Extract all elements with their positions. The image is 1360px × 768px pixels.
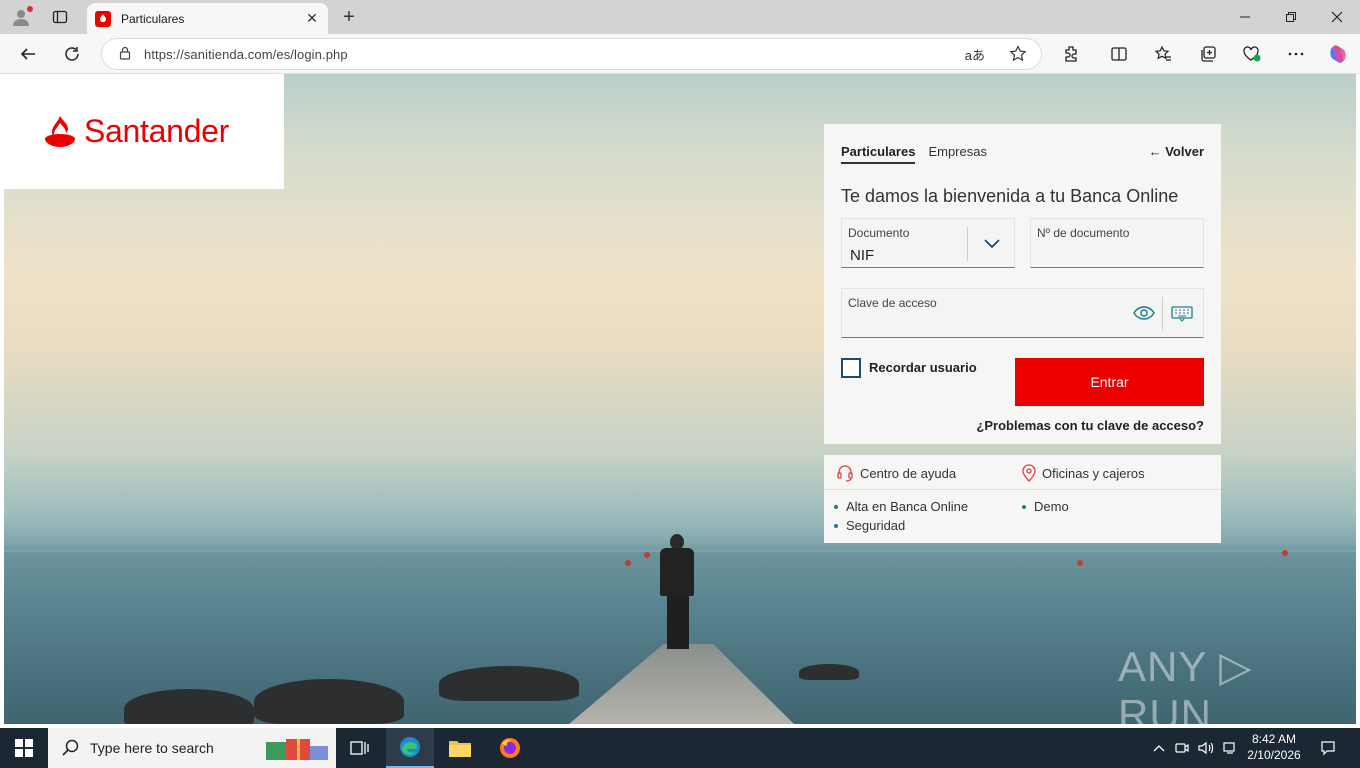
welcome-heading: Te damos la bienvenida a tu Banca Online	[841, 186, 1179, 206]
edge-taskbar-icon[interactable]	[386, 728, 434, 768]
chevron-down-icon[interactable]	[984, 237, 1000, 252]
password-problems-link[interactable]: ¿Problemas con tu clave de acceso?	[976, 418, 1204, 433]
split-screen-icon[interactable]	[1105, 42, 1133, 66]
new-tab-icon[interactable]: +	[337, 5, 361, 29]
offices-label: Oficinas y cajeros	[1042, 465, 1145, 481]
help-link-seguridad[interactable]: Seguridad	[834, 518, 905, 533]
bullet	[834, 523, 838, 528]
restore-icon[interactable]	[1268, 0, 1314, 34]
login-submit-button[interactable]: Entrar	[1015, 358, 1204, 406]
taskbar-clock[interactable]: 8:42 AM 2/10/2026	[1240, 731, 1308, 763]
document-type-select[interactable]: Documento NIF	[841, 218, 1015, 268]
buoy	[1077, 560, 1083, 566]
search-highlight-gifts-icon	[264, 736, 330, 765]
browser-tab-bar: Particulares ✕ +	[0, 0, 1360, 34]
tab-title: Particulares	[121, 11, 185, 26]
password-label: Clave de acceso	[848, 296, 937, 310]
tab-actions-icon[interactable]	[48, 6, 72, 28]
copilot-icon[interactable]	[1324, 42, 1352, 66]
field-divider	[967, 227, 968, 261]
close-window-icon[interactable]	[1314, 0, 1360, 34]
volume-icon[interactable]	[1195, 728, 1217, 768]
person-silhouette	[660, 548, 694, 596]
help-center-link[interactable]: Centro de ayuda	[836, 464, 956, 482]
profile-avatar-icon[interactable]	[9, 5, 33, 29]
back-link[interactable]: ← Volver	[1149, 144, 1204, 159]
taskbar-search-placeholder: Type here to search	[90, 740, 214, 756]
help-panel-header: Centro de ayuda Oficinas y cajeros	[824, 455, 1221, 490]
rock	[439, 666, 579, 701]
windows-taskbar: Type here to search 8:42 AM 2/10/2026	[0, 728, 1360, 768]
santander-flame-icon	[44, 115, 76, 147]
search-icon	[62, 739, 79, 756]
page-background: Santander Particulares Empresas ← Volver…	[4, 74, 1356, 724]
extensions-icon[interactable]	[1057, 42, 1085, 66]
browser-tab-active[interactable]: Particulares ✕	[87, 3, 328, 34]
help-link-label: Demo	[1034, 499, 1069, 514]
login-tabs: Particulares Empresas	[841, 144, 987, 164]
firefox-icon[interactable]	[486, 728, 534, 768]
bullet	[1022, 504, 1026, 509]
browser-essentials-icon[interactable]	[1238, 42, 1266, 66]
document-type-label: Documento	[848, 226, 910, 240]
document-number-input[interactable]: Nº de documento	[1030, 218, 1204, 268]
document-number-label: Nº de documento	[1037, 226, 1130, 240]
anyrun-watermark: ANY ▷ RUN	[1118, 643, 1253, 724]
tab-close-icon[interactable]: ✕	[302, 9, 322, 29]
santander-favicon-icon	[95, 10, 111, 27]
collections-icon[interactable]	[1194, 42, 1222, 66]
bullet	[834, 504, 838, 509]
password-input[interactable]: Clave de acceso	[841, 288, 1204, 338]
favorite-star-icon[interactable]	[1009, 45, 1027, 66]
tab-empresas[interactable]: Empresas	[928, 144, 987, 164]
buoy	[644, 552, 650, 558]
browser-toolbar: https://sanitienda.com/es/login.php aあ	[0, 34, 1360, 74]
headset-icon	[837, 465, 853, 482]
help-center-label: Centro de ayuda	[860, 465, 957, 481]
buoy	[625, 560, 631, 566]
task-view-icon[interactable]	[336, 728, 384, 768]
meet-now-icon[interactable]	[1172, 728, 1192, 768]
rock	[799, 664, 859, 680]
minimize-icon[interactable]	[1222, 0, 1268, 34]
clock-time: 8:42 AM	[1251, 732, 1297, 746]
virtual-keyboard-icon[interactable]	[1171, 306, 1193, 325]
network-icon[interactable]	[1219, 728, 1241, 768]
person-silhouette	[667, 594, 689, 649]
refresh-icon[interactable]	[58, 42, 86, 66]
file-explorer-icon[interactable]	[436, 728, 484, 768]
login-card: Particulares Empresas ← Volver Te damos …	[824, 124, 1221, 444]
tab-particulares[interactable]: Particulares	[841, 144, 916, 164]
help-link-alta[interactable]: Alta en Banca Online	[834, 499, 968, 514]
show-password-eye-icon[interactable]	[1133, 306, 1155, 323]
windows-start-icon[interactable]	[0, 728, 48, 768]
document-type-value: NIF	[850, 247, 875, 264]
tray-overflow-chevron-icon[interactable]	[1150, 728, 1168, 768]
location-pin-icon	[1022, 464, 1036, 482]
taskbar-search-box[interactable]: Type here to search	[48, 728, 336, 768]
clock-date: 2/10/2026	[1247, 748, 1301, 762]
url-text: https://sanitienda.com/es/login.php	[144, 46, 348, 62]
back-icon[interactable]	[14, 42, 42, 66]
remember-user-label[interactable]: Recordar usuario	[869, 360, 977, 375]
santander-logo[interactable]: Santander	[4, 74, 284, 189]
offices-link[interactable]: Oficinas y cajeros	[1022, 464, 1145, 482]
rock	[124, 689, 254, 724]
site-info-lock-icon[interactable]	[118, 46, 132, 63]
settings-more-icon[interactable]	[1282, 42, 1310, 66]
logo-wordmark: Santander	[84, 113, 229, 149]
address-bar[interactable]: https://sanitienda.com/es/login.php aあ	[101, 38, 1042, 70]
remember-user-checkbox[interactable]	[841, 358, 861, 378]
help-link-label: Alta en Banca Online	[846, 499, 969, 514]
help-panel: Centro de ayuda Oficinas y cajeros Alta …	[824, 455, 1221, 543]
field-divider	[1162, 297, 1163, 331]
favorites-icon[interactable]	[1149, 42, 1177, 66]
rock	[254, 679, 404, 724]
notifications-icon[interactable]	[1316, 728, 1340, 768]
buoy	[1282, 550, 1288, 556]
help-link-label: Seguridad	[846, 518, 906, 533]
read-aloud-icon[interactable]: aあ	[965, 45, 985, 64]
help-link-demo[interactable]: Demo	[1022, 499, 1069, 514]
